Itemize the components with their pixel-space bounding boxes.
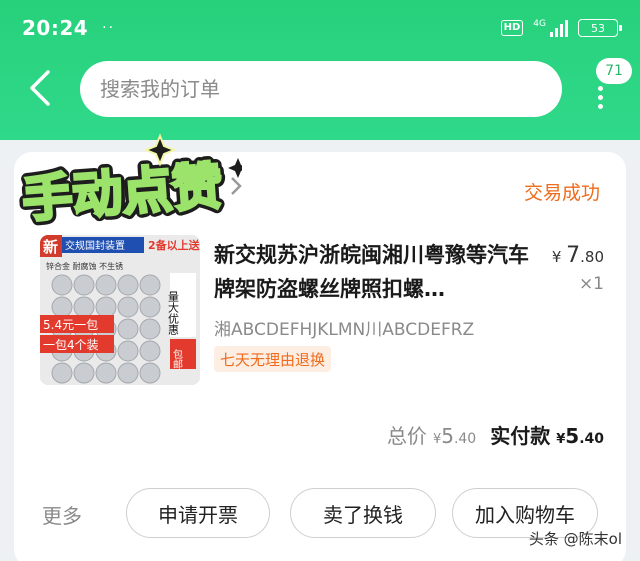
resell-button[interactable]: 卖了换钱 [290,488,436,538]
hd-icon: HD [500,20,524,36]
invoice-button[interactable]: 申请开票 [126,488,270,538]
sku-spec: 湘ABCDEFHJKLMN川ABCDEFRZ [214,320,475,340]
battery-level: 53 [591,21,605,35]
img-deal1: 5.4元一包 [43,318,98,332]
like-sticker-image: 手动点赞 手动点赞 [16,133,242,228]
total-amount: ¥5.40 [432,424,477,448]
more-menu-icon[interactable] [598,86,604,109]
product-photo: 新 交规国封装置 2备以上送 锌合金 耐腐蚀 不生锈 5.4元一包 一包4个装 … [40,235,200,385]
order-status: 交易成功 [523,182,600,204]
more-actions-link[interactable]: 更多 [42,500,82,529]
img-banner: 交规国封装置 [65,239,125,252]
sticker-text: 手动点赞 [21,157,225,228]
network-type: 4G [533,19,546,29]
message-count-badge[interactable]: 71 [596,58,632,84]
img-free: 包邮 [171,348,183,370]
chevron-right-icon [231,177,242,195]
price-symbol: ¥ [551,248,562,266]
search-bar[interactable] [80,61,562,117]
img-badge-new: 新 [43,238,58,256]
signal-icon: 4G [533,19,568,37]
status-dots: ·· [102,20,116,36]
img-side: 量大优惠 [167,291,180,335]
price-integer: 7 [566,243,581,268]
img-sub: 锌合金 耐腐蚀 不生锈 [46,261,123,271]
paid-amount: ¥5.40 [556,424,604,448]
back-button[interactable] [26,66,56,110]
battery-icon: 53 [578,19,622,37]
search-input[interactable] [100,77,562,101]
status-time: 20:24 [22,16,89,40]
paid-label: 实付款 [490,424,551,448]
status-indicators: HD 4G 53 [500,19,622,37]
product-image[interactable]: 新 交规国封装置 2备以上送 锌合金 耐腐蚀 不生锈 5.4元一包 一包4个装 … [40,235,200,385]
unit-price: ¥ 7.80 [552,243,604,268]
price-decimal: .80 [580,248,604,266]
sparkle-icon [228,158,242,178]
img-deal2: 一包4个装 [43,338,99,352]
quantity: ×1 [578,274,604,294]
product-title[interactable]: 新交规苏沪浙皖闽湘川粤豫等汽车牌架防盗螺丝牌照扣螺… [214,238,530,306]
chevron-left-icon [30,70,50,106]
order-totals: 总价 ¥5.40 实付款 ¥5.40 [387,420,604,449]
watermark: 头条 @陈末ol [528,530,622,548]
total-label: 总价 [386,424,427,448]
status-bar: 20:24 ·· HD 4G 53 [0,0,640,56]
img-promo: 2备以上送 [148,238,200,252]
return-policy-tag: 七天无理由退换 [214,346,332,372]
